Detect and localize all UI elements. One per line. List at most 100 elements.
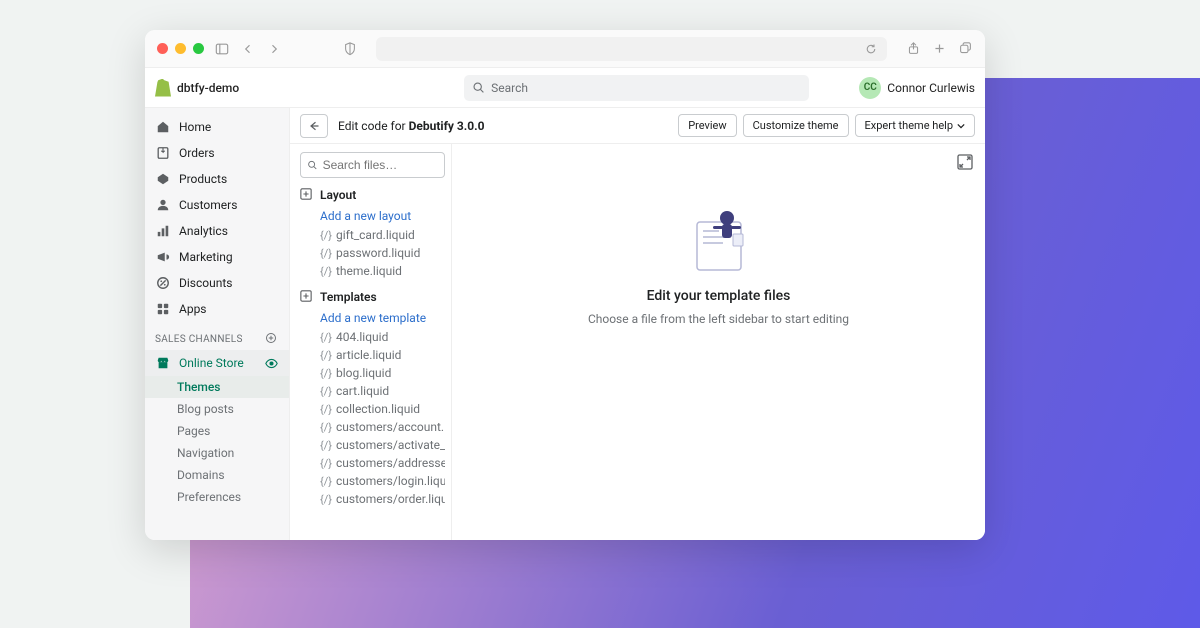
- nav-sub-navigation[interactable]: Navigation: [145, 442, 289, 464]
- back-button[interactable]: [300, 114, 328, 138]
- tree-section-layout: Layout Add a new layout {/}gift_card.liq…: [300, 188, 445, 280]
- expand-icon[interactable]: [957, 154, 973, 170]
- tree-header-layout[interactable]: Layout: [300, 188, 445, 202]
- file-item[interactable]: {/}password.liquid: [300, 244, 445, 262]
- add-box-icon: [300, 188, 314, 202]
- global-search-placeholder: Search: [491, 81, 528, 95]
- file-name: customers/login.liquid: [336, 474, 445, 488]
- tree-header-label: Layout: [320, 188, 356, 202]
- file-icon: {/}: [320, 457, 332, 470]
- primary-nav: Home Orders Products Customers Analytics: [145, 108, 290, 540]
- nav-products[interactable]: Products: [145, 166, 289, 192]
- editor-title: Edit code for Debutify 3.0.0: [338, 119, 485, 133]
- search-files-input[interactable]: [323, 158, 438, 172]
- user-menu[interactable]: CC Connor Curlewis: [859, 77, 975, 99]
- editor-title-prefix: Edit code for: [338, 119, 409, 133]
- file-name: theme.liquid: [336, 264, 402, 278]
- search-files[interactable]: [300, 152, 445, 178]
- nav-home[interactable]: Home: [145, 114, 289, 140]
- shopify-logo-icon: [155, 79, 171, 97]
- browser-chrome: [145, 30, 985, 68]
- file-tree: Layout Add a new layout {/}gift_card.liq…: [290, 144, 452, 540]
- file-name: blog.liquid: [336, 366, 391, 380]
- new-tab-icon[interactable]: [931, 41, 947, 57]
- nav-sub-pages[interactable]: Pages: [145, 420, 289, 442]
- nav-label: Orders: [179, 146, 215, 160]
- file-item[interactable]: {/}theme.liquid: [300, 262, 445, 280]
- file-item[interactable]: {/}customers/activate_account.liquid: [300, 436, 445, 454]
- file-name: customers/order.liquid: [336, 492, 445, 506]
- tree-header-templates[interactable]: Templates: [300, 290, 445, 304]
- close-window-icon[interactable]: [157, 43, 168, 54]
- canvas-title: Edit your template files: [647, 288, 791, 304]
- search-icon: [307, 159, 318, 171]
- file-icon: {/}: [320, 421, 332, 434]
- file-item[interactable]: {/} customers/account.liquid: [300, 418, 445, 436]
- customize-theme-button[interactable]: Customize theme: [743, 114, 849, 137]
- tree-header-label: Templates: [320, 290, 377, 304]
- nav-sub-domains[interactable]: Domains: [145, 464, 289, 486]
- expert-help-button[interactable]: Expert theme help: [855, 114, 975, 137]
- nav-label: Apps: [179, 302, 207, 316]
- global-search[interactable]: Search: [464, 75, 809, 101]
- reload-icon[interactable]: [863, 41, 879, 57]
- tabs-icon[interactable]: [957, 41, 973, 57]
- file-name: 404.liquid: [336, 330, 388, 344]
- nav-label: Marketing: [179, 250, 233, 264]
- orders-icon: [155, 145, 171, 161]
- nav-analytics[interactable]: Analytics: [145, 218, 289, 244]
- file-item[interactable]: {/}customers/login.liquid: [300, 472, 445, 490]
- customers-icon: [155, 197, 171, 213]
- file-item[interactable]: {/}blog.liquid: [300, 364, 445, 382]
- nav-apps[interactable]: Apps: [145, 296, 289, 322]
- store-logo-wrap[interactable]: dbtfy-demo: [155, 79, 239, 97]
- add-channel-icon[interactable]: [265, 332, 279, 346]
- share-icon[interactable]: [905, 41, 921, 57]
- file-item[interactable]: {/}collection.liquid: [300, 400, 445, 418]
- file-icon: {/}: [320, 247, 332, 260]
- shield-icon[interactable]: [342, 41, 358, 57]
- minimize-window-icon[interactable]: [175, 43, 186, 54]
- address-bar[interactable]: [376, 37, 887, 61]
- nav-back-icon[interactable]: [240, 41, 256, 57]
- file-item[interactable]: {/}cart.liquid: [300, 382, 445, 400]
- file-name: cart.liquid: [336, 384, 389, 398]
- file-item[interactable]: {/}article.liquid: [300, 346, 445, 364]
- traffic-lights: [157, 43, 204, 54]
- file-item[interactable]: {/} customers/order.liquid: [300, 490, 445, 508]
- nav-sub-preferences[interactable]: Preferences: [145, 486, 289, 508]
- nav-marketing[interactable]: Marketing: [145, 244, 289, 270]
- file-item[interactable]: {/}404.liquid: [300, 328, 445, 346]
- analytics-icon: [155, 223, 171, 239]
- file-item[interactable]: {/}gift_card.liquid: [300, 226, 445, 244]
- view-store-icon[interactable]: [263, 355, 279, 371]
- editor-canvas: Edit your template files Choose a file f…: [452, 144, 985, 540]
- file-icon: {/}: [320, 439, 332, 452]
- nav-sub-blog-posts[interactable]: Blog posts: [145, 398, 289, 420]
- preview-button[interactable]: Preview: [678, 114, 736, 137]
- file-name: customers/addresses.liquid: [336, 456, 445, 470]
- file-name: article.liquid: [336, 348, 401, 362]
- nav-discounts[interactable]: Discounts: [145, 270, 289, 296]
- file-name: customers/account.liquid: [336, 420, 445, 434]
- search-icon: [472, 81, 485, 94]
- nav-forward-icon[interactable]: [266, 41, 282, 57]
- nav-customers[interactable]: Customers: [145, 192, 289, 218]
- file-item[interactable]: {/} customers/addresses.liquid: [300, 454, 445, 472]
- nav-online-store[interactable]: Online Store: [145, 350, 289, 376]
- avatar: CC: [859, 77, 881, 99]
- nav-orders[interactable]: Orders: [145, 140, 289, 166]
- editor-header-buttons: Preview Customize theme Expert theme hel…: [678, 114, 975, 137]
- nav-sub-themes[interactable]: Themes: [145, 376, 289, 398]
- sidebar-toggle-icon[interactable]: [214, 41, 230, 57]
- file-icon: {/}: [320, 493, 332, 506]
- add-new-template[interactable]: Add a new template: [300, 308, 445, 328]
- file-icon: {/}: [320, 229, 332, 242]
- user-name: Connor Curlewis: [887, 81, 975, 95]
- browser-window: dbtfy-demo Search CC Connor Curlewis Hom…: [145, 30, 985, 540]
- maximize-window-icon[interactable]: [193, 43, 204, 54]
- add-new-layout[interactable]: Add a new layout: [300, 206, 445, 226]
- nav-label: Customers: [179, 198, 237, 212]
- shopify-body: Home Orders Products Customers Analytics: [145, 108, 985, 540]
- shopify-admin: dbtfy-demo Search CC Connor Curlewis Hom…: [145, 68, 985, 540]
